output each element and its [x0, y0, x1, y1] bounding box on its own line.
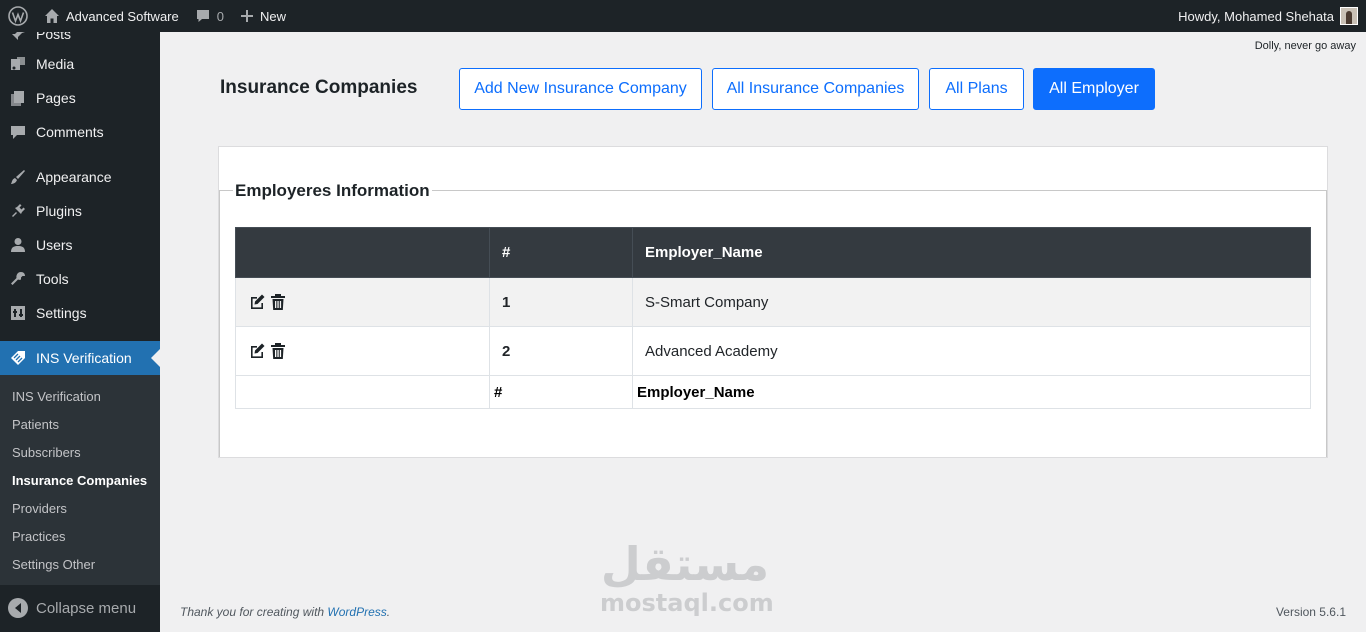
row-actions: [235, 326, 490, 376]
sidebar-item-comments[interactable]: Comments: [0, 115, 160, 149]
footer-column-actions: [235, 375, 490, 409]
new-label: New: [259, 8, 286, 24]
row-employer-name: Advanced Academy: [632, 326, 1311, 376]
avatar: [1340, 7, 1358, 25]
site-name: Advanced Software: [66, 8, 179, 24]
brush-icon: [0, 168, 36, 186]
watermark-arabic: مستقل: [600, 537, 770, 591]
footer-thanks-suffix: .: [386, 605, 391, 619]
submenu-item-settings-other[interactable]: Settings Other: [12, 557, 95, 572]
plus-icon: [240, 9, 254, 23]
tag-icon: [0, 349, 36, 367]
employers-table: # Employer_Name 1 S-Smart Company 2 Adva…: [235, 227, 1311, 409]
sidebar-item-pages[interactable]: Pages: [0, 81, 160, 115]
home-icon: [44, 8, 60, 24]
table-row: 1 S-Smart Company: [235, 277, 1311, 327]
page-title: Insurance Companies: [220, 77, 418, 98]
comment-bubble-icon: [195, 8, 211, 24]
edit-icon[interactable]: [248, 293, 266, 311]
all-plans-button[interactable]: All Plans: [929, 68, 1024, 110]
edit-icon[interactable]: [248, 342, 266, 360]
table-footer-row: # Employer_Name: [235, 375, 1311, 409]
table-row: 2 Advanced Academy: [235, 326, 1311, 376]
employers-card: Employeres Information # Employer_Name 1…: [218, 146, 1328, 458]
sidebar-item-settings[interactable]: Settings: [0, 296, 160, 330]
pages-icon: [0, 89, 36, 107]
ins-verification-submenu: INS Verification Patients Subscribers In…: [0, 375, 160, 585]
collapse-arrow-icon: [8, 598, 28, 618]
watermark-latin: mostaql.com: [600, 589, 774, 617]
footer-column-number: #: [489, 375, 633, 409]
site-name-link[interactable]: Advanced Software: [36, 0, 187, 32]
sidebar-item-label: Settings: [36, 305, 87, 321]
submenu-item-providers[interactable]: Providers: [12, 501, 67, 516]
plug-icon: [0, 202, 36, 220]
admin-sidebar: Posts Media Pages Comments Appearance Pl…: [0, 32, 160, 632]
collapse-menu-label: Collapse menu: [36, 599, 137, 617]
fieldset-border-right: [1326, 190, 1327, 457]
comments-count: 0: [216, 8, 224, 24]
submenu-item-insurance-companies[interactable]: Insurance Companies: [12, 473, 147, 488]
sidebar-item-label: Users: [36, 237, 73, 253]
media-icon: [0, 55, 36, 73]
column-header-employer-name[interactable]: Employer_Name: [632, 227, 1311, 278]
sidebar-item-media[interactable]: Media: [0, 47, 160, 81]
my-account-link[interactable]: Howdy, Mohamed Shehata: [1170, 0, 1366, 32]
trash-icon[interactable]: [270, 342, 286, 360]
comment-icon: [0, 123, 36, 141]
row-employer-name: S-Smart Company: [632, 277, 1311, 327]
submenu-item-patients[interactable]: Patients: [12, 417, 59, 432]
submenu-item-ins-verification[interactable]: INS Verification: [12, 389, 101, 404]
submenu-item-subscribers[interactable]: Subscribers: [12, 445, 81, 460]
column-header-number[interactable]: #: [489, 227, 633, 278]
row-actions: [235, 277, 490, 327]
pin-icon: [0, 32, 36, 43]
footer-thanks-text: Thank you for creating with: [180, 605, 325, 619]
row-number: 1: [489, 277, 633, 327]
collapse-menu-button[interactable]: Collapse menu: [0, 593, 136, 623]
sidebar-item-label: Pages: [36, 90, 76, 106]
footer-column-employer-name: Employer_Name: [632, 375, 1311, 409]
mostaql-watermark: مستقل mostaql.com: [600, 536, 774, 617]
trash-icon[interactable]: [270, 293, 286, 311]
footer-thankyou: Thank you for creating with WordPress.: [180, 605, 390, 619]
sidebar-item-appearance[interactable]: Appearance: [0, 160, 160, 194]
howdy-greeting: Howdy, Mohamed Shehata: [1178, 8, 1334, 24]
new-content-link[interactable]: New: [232, 0, 294, 32]
submenu-item-practices[interactable]: Practices: [12, 529, 65, 544]
hello-dolly-lyric: Dolly, never go away: [1254, 40, 1356, 52]
settings-icon: [0, 304, 36, 322]
column-header-actions: [235, 227, 490, 278]
fieldset-border-left: [219, 190, 220, 457]
sidebar-item-label: Plugins: [36, 203, 82, 219]
sidebar-item-ins-verification[interactable]: INS Verification: [0, 341, 160, 375]
sidebar-item-label: Posts: [36, 32, 72, 42]
sidebar-item-label: Appearance: [36, 169, 112, 185]
comments-link[interactable]: 0: [187, 0, 232, 32]
sidebar-item-label: Media: [36, 56, 75, 72]
all-employer-button[interactable]: All Employer: [1033, 68, 1155, 110]
wordpress-logo-icon[interactable]: [0, 0, 36, 32]
sidebar-item-label: INS Verification: [36, 350, 132, 366]
table-header-row: # Employer_Name: [235, 227, 1311, 278]
sidebar-item-label: Tools: [36, 271, 69, 287]
sidebar-item-label: Comments: [36, 124, 104, 140]
admin-bar: Advanced Software 0 New Howdy, Mohamed S…: [0, 0, 1366, 32]
sidebar-item-plugins[interactable]: Plugins: [0, 194, 160, 228]
sidebar-item-tools[interactable]: Tools: [0, 262, 160, 296]
add-new-insurance-company-button[interactable]: Add New Insurance Company: [459, 68, 702, 110]
sidebar-item-users[interactable]: Users: [0, 228, 160, 262]
wordpress-link[interactable]: WordPress: [327, 605, 386, 619]
footer-version: Version 5.6.1: [1275, 605, 1346, 619]
user-icon: [0, 236, 36, 254]
row-number: 2: [489, 326, 633, 376]
section-legend: Employeres Information: [233, 181, 432, 201]
all-insurance-companies-button[interactable]: All Insurance Companies: [712, 68, 919, 110]
wrench-icon: [0, 270, 36, 288]
